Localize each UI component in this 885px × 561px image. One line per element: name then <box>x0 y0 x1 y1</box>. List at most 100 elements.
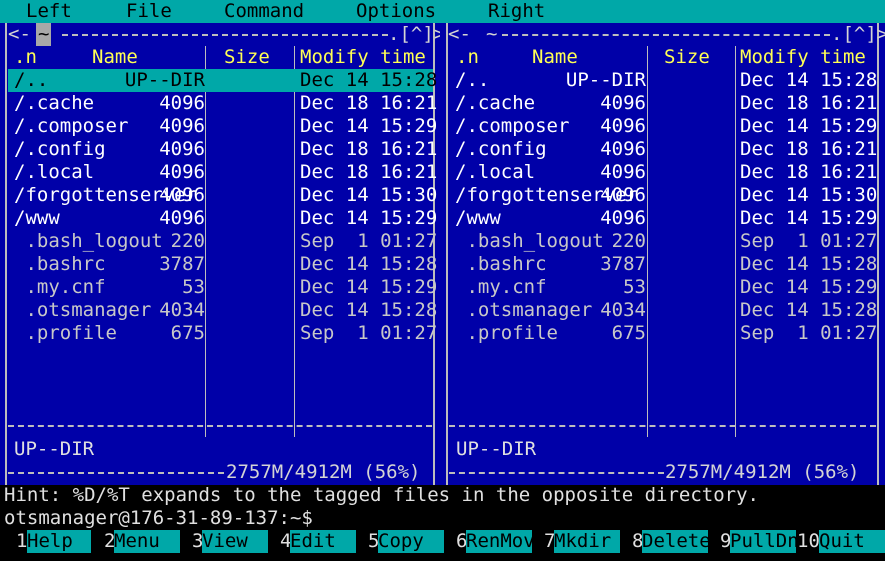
file-name: .profile <box>455 322 558 344</box>
file-row[interactable]: .bash_logout 220 Sep 1 01:27 <box>449 230 877 253</box>
col-header-name[interactable]: Name <box>92 46 138 69</box>
file-row[interactable]: .otsmanager 4034 Dec 14 15:28 <box>8 299 437 322</box>
history-marker[interactable]: <- <box>448 23 471 46</box>
fkey-label[interactable]: View <box>202 530 268 553</box>
menu-bar: Left File Command Options Right <box>0 0 885 23</box>
file-row[interactable]: /.config 4096 Dec 18 16:21 <box>8 138 437 161</box>
file-name: /.local <box>455 161 536 183</box>
file-row[interactable]: /.composer 4096 Dec 14 15:29 <box>449 115 877 138</box>
col-header-n[interactable]: .n <box>456 46 479 69</box>
file-modify-time: Dec 14 15:30 <box>300 184 438 206</box>
file-row[interactable]: .otsmanager 4034 Dec 14 15:28 <box>449 299 877 322</box>
fkey-label[interactable]: Edit <box>290 530 356 553</box>
file-row[interactable]: /www 4096 Dec 14 15:29 <box>8 207 437 230</box>
panel-path[interactable]: ~ <box>486 23 497 46</box>
file-size: 3787 <box>600 253 646 275</box>
col-header-n[interactable]: .n <box>14 46 37 69</box>
file-size: 4096 <box>159 207 205 229</box>
panel-border-left <box>446 23 448 485</box>
file-modify-time: Dec 14 15:29 <box>300 115 438 137</box>
fkey-label[interactable]: RenMov <box>466 530 535 553</box>
fkey-label[interactable]: Copy <box>378 530 444 553</box>
menu-file[interactable]: File <box>126 0 172 23</box>
fkey-label[interactable]: PullDn <box>730 530 799 553</box>
file-row[interactable]: .bash_logout 220 Sep 1 01:27 <box>8 230 437 253</box>
file-modify-time: Dec 14 15:29 <box>740 276 878 298</box>
file-modify-time: Dec 18 16:21 <box>740 138 878 160</box>
file-name: .my.cnf <box>455 276 547 298</box>
file-row[interactable]: /.composer 4096 Dec 14 15:29 <box>8 115 437 138</box>
file-size: 4096 <box>600 138 646 160</box>
file-modify-time: Dec 14 15:30 <box>740 184 878 206</box>
menu-options[interactable]: Options <box>356 0 436 23</box>
file-name: /.config <box>14 138 106 160</box>
file-row[interactable]: .my.cnf 53 Dec 14 15:29 <box>8 276 437 299</box>
file-row[interactable]: /forgottenserver 4096 Dec 14 15:30 <box>449 184 877 207</box>
nav-marker[interactable]: .[^]> <box>831 23 885 46</box>
menu-right[interactable]: Right <box>488 0 545 23</box>
file-modify-time: Sep 1 01:27 <box>300 230 438 252</box>
file-name: .bash_logout <box>14 230 163 252</box>
col-header-modify[interactable]: Modify time <box>740 46 866 69</box>
file-modify-time: Dec 18 16:21 <box>300 92 438 114</box>
file-size: 4096 <box>159 138 205 160</box>
file-row[interactable]: /.local 4096 Dec 18 16:21 <box>8 161 437 184</box>
file-row[interactable]: /.. UP--DIR Dec 14 15:28 <box>8 69 437 92</box>
file-size: 4096 <box>600 115 646 137</box>
menu-command[interactable]: Command <box>224 0 304 23</box>
col-header-size[interactable]: Size <box>664 46 710 69</box>
file-row[interactable]: /.. UP--DIR Dec 14 15:28 <box>449 69 877 92</box>
command-prompt[interactable]: otsmanager@176-31-89-137:~$ <box>4 507 313 530</box>
col-header-size[interactable]: Size <box>224 46 270 69</box>
history-marker[interactable]: <- <box>8 23 31 46</box>
file-name: /www <box>14 207 60 229</box>
file-modify-time: Dec 14 15:28 <box>740 299 878 321</box>
file-row[interactable]: .bashrc 3787 Dec 14 15:28 <box>449 253 877 276</box>
file-name: .otsmanager <box>14 299 152 321</box>
fkey-label[interactable]: Mkdir <box>554 530 620 553</box>
right-panel[interactable]: <- ~ .[^]> .n Name Size Modify time /.. U… <box>440 23 885 485</box>
file-row[interactable]: /www 4096 Dec 14 15:29 <box>449 207 877 230</box>
file-row[interactable]: .bashrc 3787 Dec 14 15:28 <box>8 253 437 276</box>
status-divider <box>8 425 432 427</box>
file-row[interactable]: /.cache 4096 Dec 18 16:21 <box>8 92 437 115</box>
col-header-modify[interactable]: Modify time <box>300 46 426 69</box>
file-size: 4034 <box>159 299 205 321</box>
file-name: .bash_logout <box>455 230 604 252</box>
panel-bottom-border <box>8 472 224 474</box>
file-row[interactable]: .my.cnf 53 Dec 14 15:29 <box>449 276 877 299</box>
nav-marker[interactable]: .[^]> <box>388 23 440 46</box>
file-row[interactable]: /.config 4096 Dec 18 16:21 <box>449 138 877 161</box>
file-modify-time: Dec 14 15:29 <box>740 207 878 229</box>
file-name: .otsmanager <box>455 299 593 321</box>
file-size: 4096 <box>600 184 646 206</box>
file-modify-time: Dec 14 15:29 <box>300 207 438 229</box>
file-size: UP--DIR <box>565 69 646 91</box>
fkey-label[interactable]: Menu <box>114 530 180 553</box>
col-header-name[interactable]: Name <box>532 46 578 69</box>
file-name: .bashrc <box>455 253 547 275</box>
file-row[interactable]: /.cache 4096 Dec 18 16:21 <box>449 92 877 115</box>
file-row[interactable]: .profile 675 Sep 1 01:27 <box>449 322 877 345</box>
menu-left[interactable]: Left <box>26 0 72 23</box>
file-modify-time: Dec 18 16:21 <box>300 161 438 183</box>
file-size: 220 <box>170 230 205 252</box>
file-size: 675 <box>170 322 205 344</box>
fkey-label[interactable]: Help <box>27 530 91 553</box>
file-modify-time: Dec 14 15:28 <box>300 253 438 275</box>
file-size: UP--DIR <box>124 69 205 91</box>
panel-top-border <box>502 34 830 36</box>
file-row[interactable]: /forgottenserver 4096 Dec 14 15:30 <box>8 184 437 207</box>
file-name: .bashrc <box>14 253 106 275</box>
file-row[interactable]: .profile 675 Sep 1 01:27 <box>8 322 437 345</box>
file-modify-time: Dec 14 15:28 <box>300 299 438 321</box>
file-size: 220 <box>611 230 646 252</box>
panel-path[interactable]: ~ <box>36 23 52 46</box>
file-name: /.config <box>455 138 547 160</box>
fkey-label[interactable]: Quit <box>819 530 885 553</box>
panel-border-left <box>5 23 7 485</box>
fkey-label[interactable]: Delete <box>642 530 711 553</box>
file-row[interactable]: /.local 4096 Dec 18 16:21 <box>449 161 877 184</box>
left-panel[interactable]: <- ~ .[^]> .n Name Size Modify time /.. U… <box>0 23 440 485</box>
file-name: /.local <box>14 161 95 183</box>
